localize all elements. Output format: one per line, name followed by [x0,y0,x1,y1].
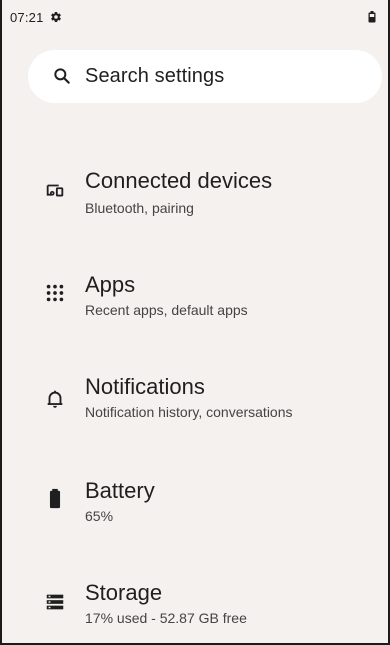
item-subtitle: 65% [85,508,114,524]
connected-devices-icon [46,184,64,197]
settings-item-connected-devices[interactable]: Connected devices Bluetooth, pairing [2,166,388,236]
item-title: Connected devices [85,168,273,193]
item-subtitle: 17% used - 52.87 GB free [85,610,247,626]
search-bar[interactable]: Search settings [28,50,382,103]
settings-item-storage[interactable]: Storage 17% used - 52.87 GB free [2,580,388,643]
item-title: Battery [85,478,155,503]
item-title: Apps [85,272,136,297]
settings-item-notifications[interactable]: Notifications Notification history, conv… [2,374,388,444]
search-icon [54,68,70,84]
battery-icon [49,488,61,509]
apps-grid-icon [46,284,64,302]
settings-screen: 07:21 Search settings Connected devices … [0,0,390,645]
bell-icon [47,390,63,408]
search-input[interactable]: Search settings [85,65,224,88]
item-subtitle: Recent apps, default apps [85,302,248,318]
settings-item-apps[interactable]: Apps Recent apps, default apps [2,270,388,340]
item-title: Notifications [85,374,205,399]
settings-item-battery[interactable]: Battery 65% [2,478,388,548]
status-bar: 07:21 [2,0,388,34]
item-subtitle: Bluetooth, pairing [85,200,194,216]
item-title: Storage [85,580,163,605]
status-battery-icon [368,11,376,23]
status-time: 07:21 [10,9,44,25]
gear-icon [50,12,61,23]
storage-icon [46,594,64,610]
item-subtitle: Notification history, conversations [85,404,293,420]
